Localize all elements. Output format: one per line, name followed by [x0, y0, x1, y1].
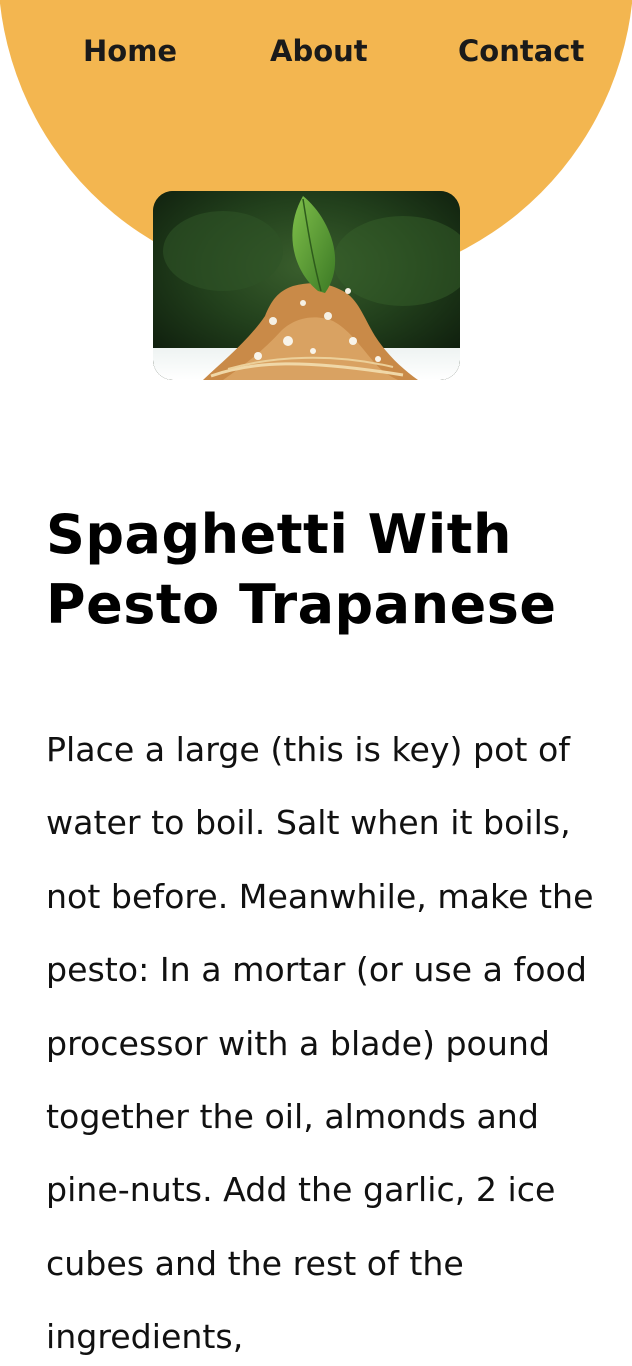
spaghetti-pesto-photo-icon — [153, 191, 460, 380]
main-nav: Home About Contact — [0, 28, 632, 74]
page: Home About Contact Spaghetti With Pesto … — [0, 0, 632, 1366]
nav-link-contact[interactable]: Contact — [458, 28, 584, 74]
recipe-title: Spaghetti With Pesto Trapanese — [46, 503, 557, 636]
recipe-description: Place a large (this is key) pot of water… — [46, 730, 594, 1357]
nav-link-home[interactable]: Home — [83, 28, 177, 74]
hero-dish-image — [153, 191, 460, 380]
nav-link-about[interactable]: About — [270, 28, 368, 74]
